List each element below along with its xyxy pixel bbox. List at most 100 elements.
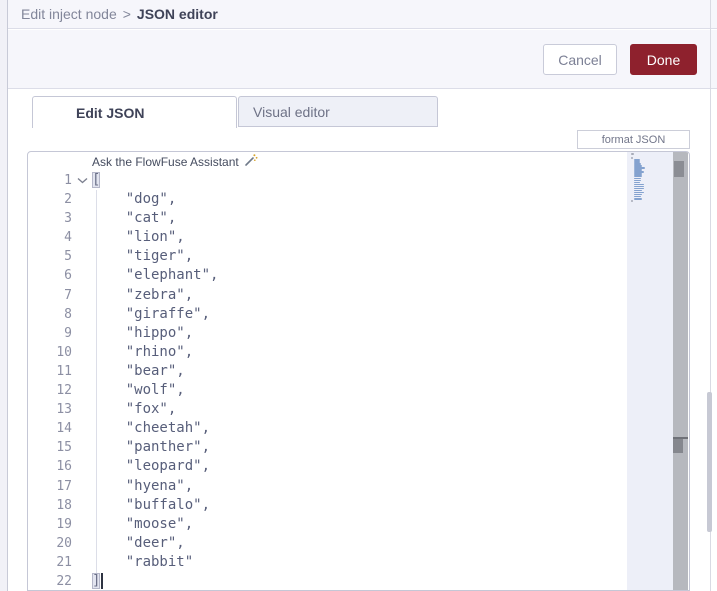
- tray-left-edge: [0, 0, 8, 591]
- code-line[interactable]: 6 "elephant",: [28, 266, 689, 285]
- line-number[interactable]: 9: [28, 324, 72, 343]
- line-number[interactable]: 22: [28, 572, 72, 590]
- minimap-mark: [634, 185, 644, 188]
- code-line[interactable]: 21 "rabbit": [28, 553, 689, 572]
- code-line[interactable]: 5 "tiger",: [28, 247, 689, 266]
- tray-scrollbar-thumb[interactable]: [673, 439, 683, 453]
- minimap-mark: [631, 200, 633, 202]
- line-number[interactable]: 5: [28, 247, 72, 266]
- code-text: "dog",: [92, 191, 177, 208]
- code-line[interactable]: 18 "buffalo",: [28, 496, 689, 515]
- breadcrumb-current: JSON editor: [136, 6, 218, 22]
- tray-action-bar: Cancel Done: [8, 30, 717, 89]
- line-number[interactable]: 6: [28, 266, 72, 285]
- breadcrumb-separator: >: [122, 6, 131, 22]
- code-line[interactable]: 9 "hippo",: [28, 324, 689, 343]
- code-text: [: [92, 171, 101, 190]
- cancel-button[interactable]: Cancel: [543, 44, 617, 75]
- code-text: "buffalo",: [92, 496, 211, 513]
- code-text: "hyena",: [92, 477, 194, 494]
- line-number[interactable]: 8: [28, 305, 72, 324]
- line-number[interactable]: 4: [28, 228, 72, 247]
- line-number[interactable]: 18: [28, 496, 72, 515]
- line-number[interactable]: 14: [28, 419, 72, 438]
- code-line[interactable]: 14 "cheetah",: [28, 419, 689, 438]
- code-line[interactable]: 10 "rhino",: [28, 343, 689, 362]
- line-number[interactable]: 19: [28, 515, 72, 534]
- code-line[interactable]: 13 "fox",: [28, 400, 689, 419]
- line-number[interactable]: 10: [28, 343, 72, 362]
- code-line[interactable]: 20 "deer",: [28, 534, 689, 553]
- code-line[interactable]: 8 "giraffe",: [28, 305, 689, 324]
- minimap-mark: [634, 181, 640, 184]
- code-line[interactable]: 1[: [28, 171, 689, 190]
- code-lines: 1[2 "dog", 3 "cat", 4 "lion", 5 "tiger", 6 "…: [28, 171, 689, 590]
- line-number[interactable]: 15: [28, 438, 72, 457]
- code-text: "bear",: [92, 362, 185, 379]
- code-text: "panther",: [92, 439, 211, 456]
- code-text: "lion",: [92, 229, 185, 246]
- line-number[interactable]: 3: [28, 209, 72, 228]
- tray-header: Edit inject node > JSON editor: [8, 0, 717, 29]
- json-code-editor[interactable]: Ask the FlowFuse Assistant 1[2 "dog", 3 "…: [27, 151, 690, 591]
- page-scrollbar-thumb[interactable]: [707, 392, 712, 532]
- code-line[interactable]: 19 "moose",: [28, 515, 689, 534]
- code-line[interactable]: 16 "leopard",: [28, 457, 689, 476]
- minimap-mark: [631, 153, 634, 155]
- minimap-mark: [634, 179, 641, 182]
- code-line[interactable]: 17 "hyena",: [28, 477, 689, 496]
- code-text: "rabbit": [92, 553, 194, 570]
- code-text: "hippo",: [92, 324, 194, 341]
- line-number[interactable]: 1: [28, 171, 72, 190]
- line-number[interactable]: 17: [28, 477, 72, 496]
- code-text: "deer",: [92, 534, 185, 551]
- minimap[interactable]: [627, 152, 673, 590]
- code-line[interactable]: 4 "lion",: [28, 228, 689, 247]
- editor-scrollbar-thumb[interactable]: [674, 161, 684, 177]
- line-number[interactable]: 7: [28, 286, 72, 305]
- code-text: "giraffe",: [92, 305, 211, 322]
- line-number[interactable]: 16: [28, 457, 72, 476]
- line-number[interactable]: 20: [28, 534, 72, 553]
- code-line[interactable]: 12 "wolf",: [28, 381, 689, 400]
- line-number[interactable]: 21: [28, 553, 72, 572]
- minimap-mark: [634, 177, 641, 179]
- code-line[interactable]: 11 "bear",: [28, 362, 689, 381]
- minimap-mark: [634, 183, 644, 186]
- code-text: "zebra",: [92, 286, 194, 303]
- magic-wand-sparkles-icon: [244, 153, 258, 170]
- code-text: "cat",: [92, 210, 177, 227]
- code-line[interactable]: 22]: [28, 572, 689, 590]
- code-line[interactable]: 3 "cat",: [28, 209, 689, 228]
- code-line[interactable]: 15 "panther",: [28, 438, 689, 457]
- code-text: "wolf",: [92, 382, 185, 399]
- editor-scrollbar-track[interactable]: [673, 152, 688, 590]
- line-number[interactable]: 12: [28, 381, 72, 400]
- code-text: "fox",: [92, 401, 177, 418]
- minimap-mark: [634, 198, 642, 200]
- code-text: "rhino",: [92, 343, 194, 360]
- assistant-hint-label: Ask the FlowFuse Assistant: [92, 154, 239, 169]
- format-json-button[interactable]: format JSON: [577, 130, 690, 149]
- assistant-hint[interactable]: Ask the FlowFuse Assistant: [28, 152, 689, 171]
- code-text: "elephant",: [92, 267, 219, 284]
- breadcrumb-parent[interactable]: Edit inject node: [21, 6, 117, 22]
- bracket-match: ]: [92, 572, 101, 589]
- code-text: "tiger",: [92, 248, 194, 265]
- fold-toggle-icon[interactable]: [72, 177, 92, 184]
- code-line[interactable]: 2 "dog",: [28, 190, 689, 209]
- minimap-mark: [631, 157, 633, 159]
- bracket-match: [: [92, 172, 101, 188]
- done-button[interactable]: Done: [630, 44, 697, 75]
- line-number[interactable]: 13: [28, 400, 72, 419]
- text-cursor: [101, 572, 104, 589]
- code-text: "leopard",: [92, 458, 211, 475]
- code-line[interactable]: 7 "zebra",: [28, 286, 689, 305]
- line-number[interactable]: 11: [28, 362, 72, 381]
- tab-visual-editor[interactable]: Visual editor: [238, 96, 438, 127]
- tab-edit-json[interactable]: Edit JSON: [32, 96, 237, 128]
- line-number[interactable]: 2: [28, 190, 72, 209]
- code-text: "moose",: [92, 515, 194, 532]
- minimap-mark: [634, 175, 642, 177]
- code-text: "cheetah",: [92, 420, 211, 437]
